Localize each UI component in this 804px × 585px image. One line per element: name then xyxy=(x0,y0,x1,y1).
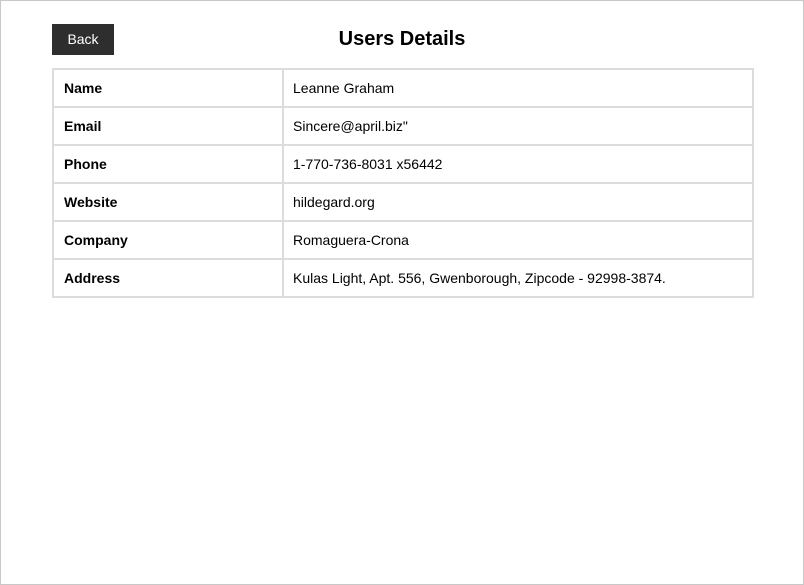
page-frame: Back Users Details Name Leanne Graham Em… xyxy=(0,0,804,585)
user-details-table: Name Leanne Graham Email Sincere@april.b… xyxy=(52,68,754,298)
table-row-company: Company Romaguera-Crona xyxy=(52,220,754,260)
table-row-address: Address Kulas Light, Apt. 556, Gwenborou… xyxy=(52,258,754,298)
address-label: Address xyxy=(52,258,284,298)
phone-label: Phone xyxy=(52,144,284,184)
phone-value: 1-770-736-8031 x56442 xyxy=(282,144,754,184)
name-value: Leanne Graham xyxy=(282,68,754,108)
page-title: Users Details xyxy=(338,28,466,50)
table-row-name: Name Leanne Graham xyxy=(52,68,754,108)
name-label: Name xyxy=(52,68,284,108)
table-row-website: Website hildegard.org xyxy=(52,182,754,222)
table-row-email: Email Sincere@april.biz" xyxy=(52,106,754,146)
website-label: Website xyxy=(52,182,284,222)
email-label: Email xyxy=(52,106,284,146)
website-value: hildegard.org xyxy=(282,182,754,222)
company-label: Company xyxy=(52,220,284,260)
email-value: Sincere@april.biz" xyxy=(282,106,754,146)
address-value: Kulas Light, Apt. 556, Gwenborough, Zipc… xyxy=(282,258,754,298)
table-row-phone: Phone 1-770-736-8031 x56442 xyxy=(52,144,754,184)
company-value: Romaguera-Crona xyxy=(282,220,754,260)
